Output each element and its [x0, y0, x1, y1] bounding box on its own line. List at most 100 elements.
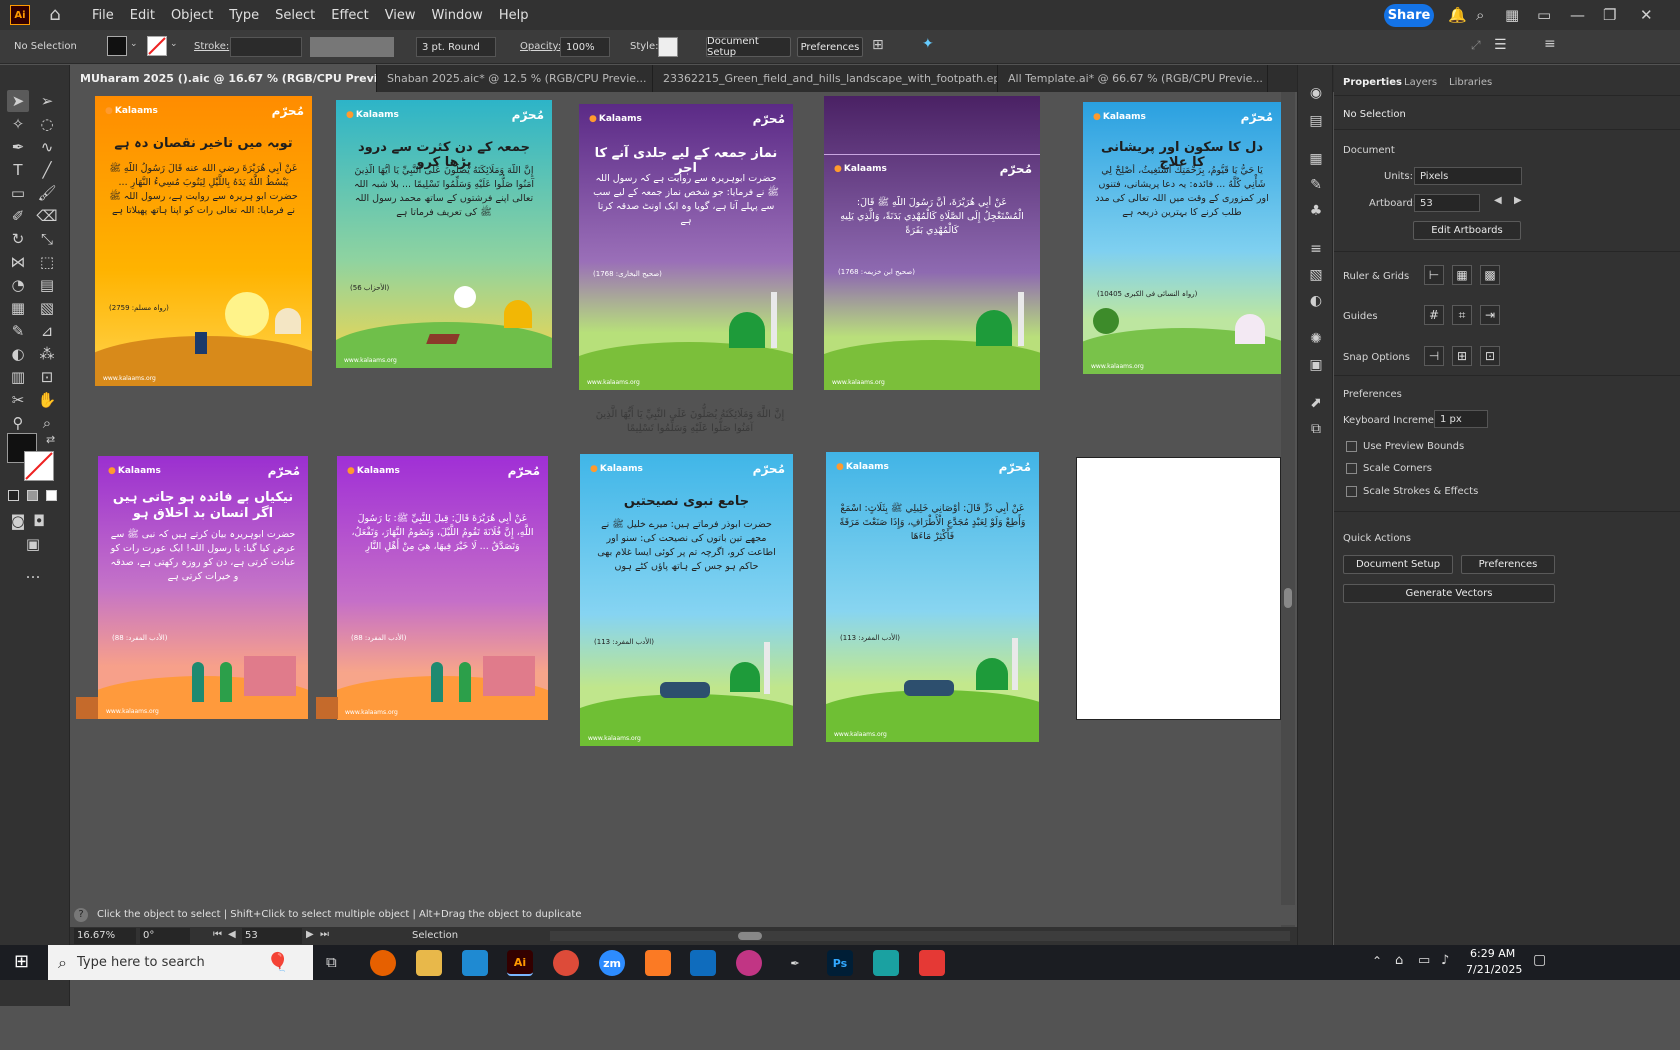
- pen-app-icon[interactable]: ✒: [782, 950, 808, 976]
- transparency-icon[interactable]: ◐: [1306, 291, 1326, 311]
- none-mode-icon[interactable]: [46, 490, 57, 501]
- arrange-documents-icon[interactable]: ⤢: [1471, 38, 1481, 53]
- direct-selection-tool-icon[interactable]: ➢: [36, 90, 58, 112]
- chevron-down-icon[interactable]: ⌄: [170, 39, 178, 49]
- tab-shaban[interactable]: Shaban 2025.aic* @ 12.5 % (RGB/CPU Previ…: [377, 65, 653, 92]
- offboard-shape[interactable]: [76, 697, 98, 719]
- hand-tool-icon[interactable]: ✋: [36, 389, 58, 411]
- canvas-loose-text[interactable]: إِنَّ اللَّهَ وَمَلَائِكَتَهُ يُصَلُّونَ…: [590, 408, 790, 436]
- blend-tool-icon[interactable]: ◐: [7, 343, 29, 365]
- type-tool-icon[interactable]: T: [7, 159, 29, 181]
- menu-window[interactable]: Window: [424, 8, 491, 23]
- artboard-number-input[interactable]: 53: [242, 928, 302, 944]
- artboard-3[interactable]: Kalaams مُحرّم نماز جمعہ کے لیے جلدی آنے…: [579, 104, 793, 390]
- zoom-level-input[interactable]: 16.67%: [74, 928, 136, 944]
- app-icon[interactable]: [873, 950, 899, 976]
- menu-type[interactable]: Type: [221, 8, 267, 23]
- last-artboard-icon[interactable]: ⏭: [320, 929, 329, 940]
- gradient-mode-icon[interactable]: [27, 490, 38, 501]
- grid-icon[interactable]: ▦: [1452, 265, 1472, 285]
- libraries-icon[interactable]: ▦: [1306, 149, 1326, 169]
- magic-wand-tool-icon[interactable]: ✧: [7, 113, 29, 135]
- brush-definition-select[interactable]: 3 pt. Round: [416, 37, 496, 57]
- draw-normal-icon[interactable]: ◙: [7, 510, 29, 532]
- photoshop-icon[interactable]: Ps: [827, 950, 853, 976]
- menu-select[interactable]: Select: [267, 8, 323, 23]
- snap-to-grid-icon[interactable]: ⊞: [1452, 346, 1472, 366]
- network-icon[interactable]: ⌂: [1395, 953, 1403, 968]
- vscode-icon[interactable]: [462, 950, 488, 976]
- artboard-blank[interactable]: [1076, 457, 1281, 720]
- close-icon[interactable]: ✕: [1640, 6, 1653, 24]
- outlook-icon[interactable]: [690, 950, 716, 976]
- lasso-tool-icon[interactable]: ◌: [36, 113, 58, 135]
- search-icon[interactable]: ⌕: [1476, 6, 1484, 24]
- export-icon[interactable]: ⬈: [1306, 393, 1326, 413]
- illustrator-taskbar-icon[interactable]: Ai: [507, 950, 533, 976]
- menu-icon[interactable]: ≡: [1544, 36, 1556, 52]
- graphic-style-swatch[interactable]: [658, 37, 678, 57]
- taskbar-search-box[interactable]: ⌕ Type here to search 🎈: [48, 945, 313, 980]
- scale-strokes-checkbox[interactable]: Scale Strokes & Effects: [1346, 486, 1478, 497]
- smart-guides-icon[interactable]: ⇥: [1480, 305, 1500, 325]
- shaper-tool-icon[interactable]: ✐: [7, 205, 29, 227]
- tab-libraries[interactable]: Libraries: [1449, 77, 1492, 88]
- lock-guides-icon[interactable]: ⌗: [1452, 305, 1472, 325]
- width-tool-icon[interactable]: ⋈: [7, 251, 29, 273]
- notifications-icon[interactable]: ▢: [1533, 952, 1546, 968]
- mesh-tool-icon[interactable]: ▦: [7, 297, 29, 319]
- opacity-label[interactable]: Opacity:: [520, 41, 561, 52]
- curvature-tool-icon[interactable]: ∿: [36, 136, 58, 158]
- free-transform-tool-icon[interactable]: ⬚: [36, 251, 58, 273]
- scroll-thumb[interactable]: [738, 932, 762, 940]
- preferences-button[interactable]: Preferences: [1461, 555, 1555, 574]
- checkbox-box[interactable]: [1346, 486, 1357, 497]
- pen-tool-icon[interactable]: ✒: [7, 136, 29, 158]
- paintbrush-tool-icon[interactable]: 🖌: [36, 182, 58, 204]
- tab-properties[interactable]: Properties: [1343, 77, 1402, 88]
- arrange-icon[interactable]: ▭: [1537, 6, 1551, 24]
- recolor-icon[interactable]: ✦: [922, 36, 934, 52]
- symbols-icon[interactable]: ♣: [1306, 201, 1326, 221]
- clock-time[interactable]: 6:29 AM: [1470, 947, 1515, 960]
- artboard-2[interactable]: Kalaams مُحرّم جمعہ کے دن کثرت سے درود پ…: [336, 100, 552, 368]
- slice-tool-icon[interactable]: ✂: [7, 389, 29, 411]
- scroll-thumb[interactable]: [1284, 588, 1292, 608]
- puppet-warp-tool-icon[interactable]: ⚲: [7, 412, 29, 434]
- scale-corners-checkbox[interactable]: Scale Corners: [1346, 463, 1432, 474]
- artboard-6[interactable]: Kalaams مُحرّم نیکیاں بے فائدہ ہو جاتی ہ…: [98, 456, 308, 719]
- shape-builder-tool-icon[interactable]: ◔: [7, 274, 29, 296]
- symbol-sprayer-tool-icon[interactable]: ⁂: [36, 343, 58, 365]
- document-setup-button[interactable]: Document Setup: [706, 36, 791, 58]
- keyboard-increment-input[interactable]: 1 px: [1434, 410, 1488, 428]
- measure-tool-icon[interactable]: ⊿: [36, 320, 58, 342]
- eyedropper-tool-icon[interactable]: ✎: [7, 320, 29, 342]
- next-artboard-icon[interactable]: ▶: [306, 929, 314, 940]
- document-setup-button[interactable]: Document Setup: [1343, 555, 1453, 574]
- tab-muharam[interactable]: MUharam 2025 ().aic @ 16.67 % (RGB/CPU P…: [70, 65, 377, 92]
- bell-icon[interactable]: 🔔: [1448, 6, 1467, 24]
- stroke-swatch[interactable]: [147, 36, 167, 56]
- next-artboard-icon[interactable]: ▶: [1514, 195, 1522, 206]
- tab-green-field[interactable]: 23362215_Green_field_and_hills_landscape…: [653, 65, 998, 92]
- brushes-icon[interactable]: ✎: [1306, 175, 1326, 195]
- minimize-icon[interactable]: —: [1570, 6, 1585, 24]
- workspace-icon[interactable]: ▦: [1505, 6, 1519, 24]
- artboard-8[interactable]: Kalaams مُحرّم جامع نبوی نصیحتیں حضرت اب…: [580, 454, 793, 746]
- clock-date[interactable]: 7/21/2025: [1466, 963, 1522, 976]
- creative-cloud-icon[interactable]: [736, 950, 762, 976]
- rulers-icon[interactable]: ⊢: [1424, 265, 1444, 285]
- stroke-color-box[interactable]: [24, 451, 54, 481]
- task-view-icon[interactable]: ⧉: [326, 953, 337, 971]
- opacity-input[interactable]: 100%: [560, 37, 610, 57]
- chevron-down-icon[interactable]: ⌄: [130, 39, 138, 49]
- artboard-canvas[interactable]: Kalaams مُحرّم توبہ میں تاخیر نقصان دہ ہ…: [70, 92, 1367, 974]
- menu-effect[interactable]: Effect: [323, 8, 376, 23]
- generate-vectors-button[interactable]: Generate Vectors: [1343, 584, 1555, 603]
- selection-tool-icon[interactable]: ➤: [7, 90, 29, 112]
- snap-to-pixel-icon[interactable]: ⊡: [1480, 346, 1500, 366]
- column-graph-tool-icon[interactable]: ▥: [7, 366, 29, 388]
- menu-view[interactable]: View: [377, 8, 424, 23]
- document-info-icon[interactable]: ▤: [1306, 111, 1326, 131]
- rotation-input[interactable]: 0°: [140, 928, 190, 944]
